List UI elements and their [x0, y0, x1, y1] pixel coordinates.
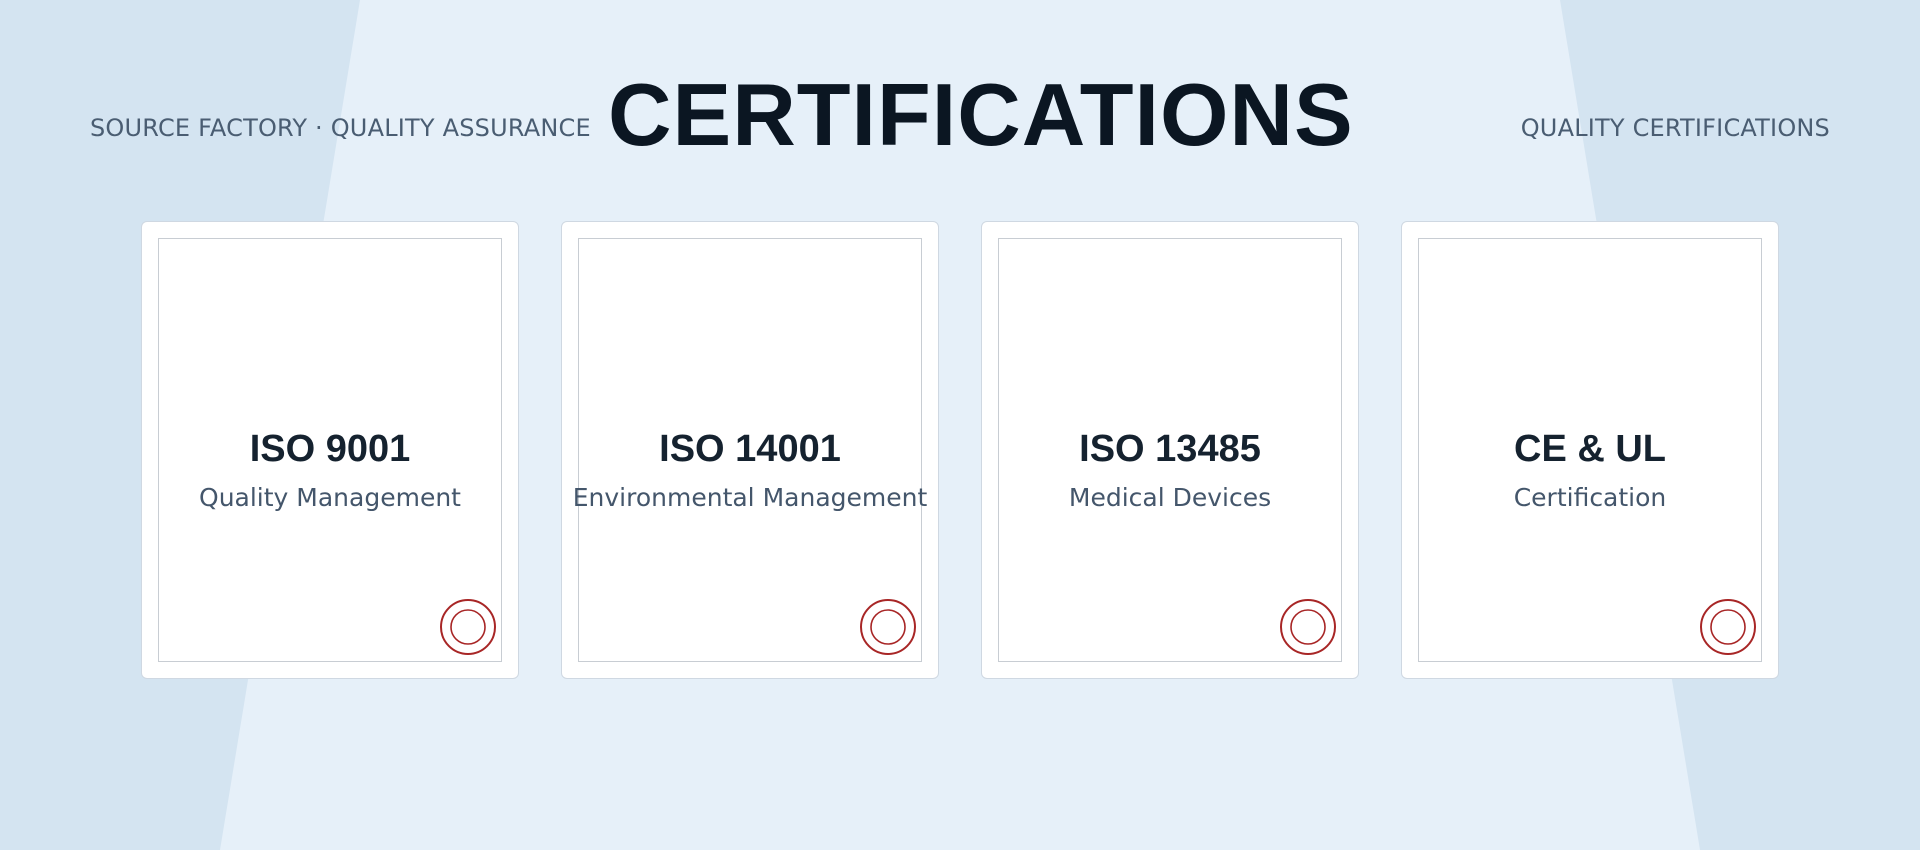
certificate-title: ISO 14001: [659, 428, 841, 470]
certificate-card-iso-13485[interactable]: ISO 13485 Medical Devices: [981, 221, 1359, 679]
certificate-frame: ISO 13485 Medical Devices: [998, 238, 1342, 662]
seal-icon: [1700, 599, 1756, 655]
certificate-card-ce-ul[interactable]: CE & UL Certification: [1401, 221, 1779, 679]
certificate-title: ISO 13485: [1079, 428, 1261, 470]
certificate-title: ISO 9001: [249, 428, 411, 470]
seal-icon: [440, 599, 496, 655]
certificate-frame: CE & UL Certification: [1418, 238, 1762, 662]
certificate-frame: ISO 9001 Quality Management: [158, 238, 502, 662]
certificate-card-iso-9001[interactable]: ISO 9001 Quality Management: [141, 221, 519, 679]
certification-cards: ISO 9001 Quality Management ISO 14001 En…: [0, 0, 1920, 850]
certificate-subtitle: Quality Management: [199, 483, 461, 512]
seal-icon: [860, 599, 916, 655]
certificate-card-iso-14001[interactable]: ISO 14001 Environmental Management: [561, 221, 939, 679]
certificate-frame: ISO 14001 Environmental Management: [573, 238, 927, 662]
certificate-title: CE & UL: [1514, 428, 1666, 470]
certificate-subtitle: Environmental Management: [572, 483, 928, 512]
certificate-subtitle: Certification: [1513, 483, 1667, 512]
seal-icon: [1280, 599, 1336, 655]
certificate-subtitle: Medical Devices: [1068, 483, 1272, 512]
